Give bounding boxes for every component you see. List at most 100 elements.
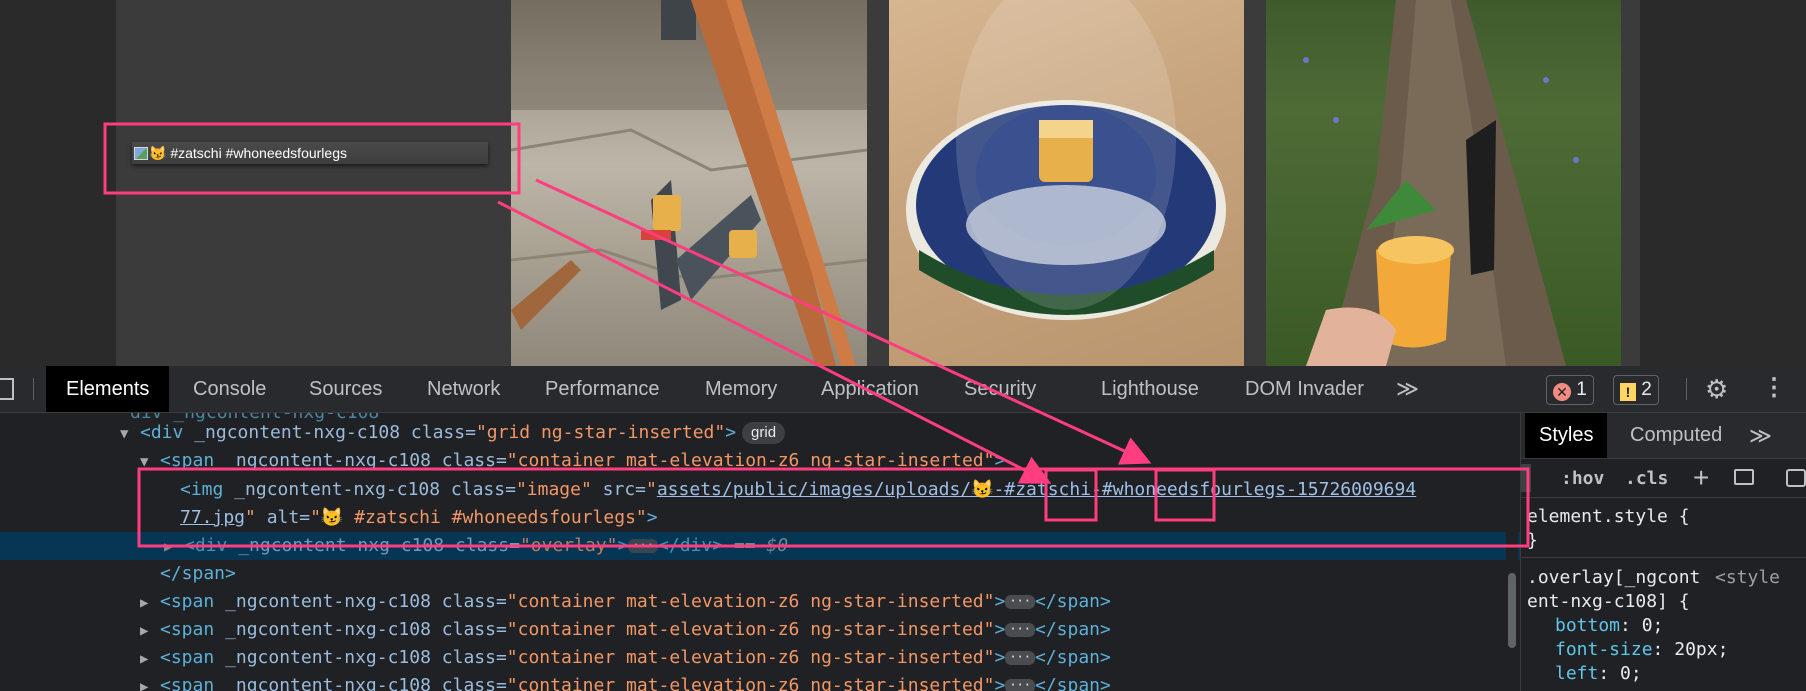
- dom-node-span-close[interactable]: </span>: [160, 560, 236, 588]
- tag-end: </div>: [658, 535, 724, 556]
- expand-arrow-icon[interactable]: ▶: [140, 673, 160, 691]
- tab-sources[interactable]: Sources: [309, 366, 382, 412]
- ellipsis-badge[interactable]: ···: [1005, 595, 1035, 609]
- elements-scrollbar[interactable]: [1506, 413, 1518, 691]
- tag-end: </span>: [1035, 591, 1111, 612]
- error-count: 1: [1576, 379, 1587, 400]
- warning-count-badge[interactable]: ! 2: [1613, 375, 1659, 405]
- dom-node-span-collapsed[interactable]: ▶ <span _ngcontent-nxg-c108 class="contai…: [140, 672, 1111, 691]
- grid-badge[interactable]: grid: [742, 422, 786, 444]
- styles-toolbar: :hov .cls +: [1521, 460, 1806, 498]
- expand-arrow-icon[interactable]: ▶: [140, 617, 160, 645]
- dom-node-img-continued[interactable]: 77.jpg" alt="😼 #zatschi #whoneedsfourleg…: [180, 504, 658, 532]
- dom-node-img[interactable]: <img _ngcontent-nxg-c108 class="image" s…: [180, 476, 1416, 504]
- photo-stone-wall-sticker[interactable]: [511, 0, 867, 366]
- attr-name: _ngcontent-nxg-c108 class=: [225, 619, 507, 640]
- styles-toolbar-filter-edge: [1521, 464, 1531, 492]
- prop-name: font-size: [1555, 639, 1653, 660]
- tab-application[interactable]: Application: [821, 366, 919, 412]
- expand-arrow-icon[interactable]: ▶: [140, 645, 160, 673]
- tag-open: <div: [140, 422, 195, 443]
- photo-drink-on-path[interactable]: [1266, 0, 1621, 366]
- tab-divider: [33, 378, 34, 400]
- ellipsis-badge[interactable]: ···: [1005, 623, 1035, 637]
- cls-toggle[interactable]: .cls: [1625, 460, 1668, 498]
- ellipsis-badge[interactable]: ···: [1005, 651, 1035, 665]
- collapse-arrow-icon[interactable]: ▼: [120, 420, 140, 448]
- src-link[interactable]: assets/public/images/uploads/😼-#zatschi-…: [657, 479, 1416, 500]
- hov-toggle[interactable]: :hov: [1561, 460, 1604, 498]
- more-tabs-icon[interactable]: ≫: [1396, 366, 1419, 412]
- expand-arrow-icon[interactable]: ▶: [140, 589, 160, 617]
- settings-gear-icon[interactable]: ⚙: [1705, 375, 1728, 403]
- styles-tab-bar: Styles Computed ≫: [1521, 413, 1806, 459]
- overlay-rule-selector[interactable]: .overlay[_ngcont: [1527, 566, 1700, 590]
- tag-close: >: [725, 422, 737, 443]
- tag-close: >: [617, 535, 629, 556]
- tab-computed[interactable]: Computed: [1630, 413, 1722, 458]
- scrollbar-thumb[interactable]: [1508, 573, 1516, 648]
- tab-network[interactable]: Network: [427, 366, 500, 412]
- expand-arrow-icon[interactable]: ▶: [164, 533, 184, 561]
- elements-dom-tree[interactable]: div _ngcontent-nxg-c108 ▼<div _ngcontent…: [0, 413, 1520, 691]
- tag-open: <span: [160, 647, 226, 668]
- tag-close: >: [994, 450, 1006, 471]
- tag-close: >: [646, 507, 658, 528]
- css-property-left[interactable]: left: 0;: [1555, 662, 1642, 686]
- dom-node-span-container[interactable]: ▼ <span _ngcontent-nxg-c108 class="contai…: [140, 447, 1005, 475]
- dom-node-grid-div[interactable]: ▼ <div _ngcontent-nxg-c108 class="grid ng…: [120, 419, 786, 448]
- ellipsis-badge[interactable]: ···: [1005, 679, 1035, 691]
- prop-value: 0;: [1641, 615, 1664, 636]
- overlay-rule-source[interactable]: <style: [1715, 566, 1780, 590]
- photo-glass-on-coaster[interactable]: [889, 0, 1244, 366]
- element-style-rule[interactable]: element.style {: [1527, 505, 1690, 529]
- tag-open: <span: [160, 591, 226, 612]
- new-rule-plus-icon[interactable]: +: [1693, 460, 1709, 496]
- tag-end: </span>: [160, 563, 236, 584]
- overlay-rule-selector-cont[interactable]: ent-nxg-c108] {: [1527, 590, 1690, 614]
- rule-selector-part1: .overlay[_ngcont: [1527, 567, 1701, 588]
- tab-security[interactable]: Security: [964, 366, 1036, 412]
- css-property-font-size[interactable]: font-size: 20px;: [1555, 638, 1728, 662]
- page-left-margin: [0, 0, 116, 366]
- tag-open: <div: [184, 535, 239, 556]
- attr-value: "container mat-elevation-z6 ng-star-inse…: [506, 647, 995, 668]
- rule-source-link[interactable]: <style: [1715, 567, 1780, 588]
- prop-value: 20px;: [1674, 639, 1729, 660]
- attr-value: "grid ng-star-inserted": [475, 422, 726, 443]
- attr-name: _ngcontent-nxg-c108 class=: [225, 591, 507, 612]
- broken-image-icon: [134, 147, 148, 160]
- attr-name: _ngcontent-nxg-c108 class=: [225, 647, 507, 668]
- tag-close: >: [994, 619, 1006, 640]
- ellipsis-badge[interactable]: ···: [628, 539, 659, 553]
- attr-quote: ": [245, 507, 256, 528]
- dom-node-span-collapsed[interactable]: ▶ <span _ngcontent-nxg-c108 class="contai…: [140, 644, 1111, 672]
- tab-elements[interactable]: Elements: [46, 366, 170, 412]
- collapse-arrow-icon[interactable]: ▼: [140, 448, 160, 476]
- css-property-bottom[interactable]: bottom: 0;: [1555, 614, 1663, 638]
- tab-performance[interactable]: Performance: [545, 366, 660, 412]
- tag-end: </span>: [1035, 675, 1111, 691]
- tab-memory[interactable]: Memory: [705, 366, 777, 412]
- attr-name: _ngcontent-nxg-c108 class=: [225, 450, 507, 471]
- tab-styles[interactable]: Styles: [1525, 413, 1608, 458]
- attr-alt-value: "😼 #zatschi #whoneedsfourlegs": [310, 507, 647, 528]
- styles-more-icon[interactable]: ≫: [1749, 413, 1772, 458]
- dom-node-overlay-div[interactable]: ▶ <div _ngcontent-nxg-c108 class="overlay…: [164, 532, 788, 560]
- more-options-icon[interactable]: ⋮: [1762, 373, 1786, 403]
- attr-name: _ngcontent-nxg-c108 class=: [194, 422, 476, 443]
- error-count-badge[interactable]: ✕ 1: [1546, 375, 1594, 405]
- rule-selector-part2: ent-nxg-c108] {: [1527, 591, 1690, 612]
- tab-console[interactable]: Console: [193, 366, 266, 412]
- dom-node-span-collapsed[interactable]: ▶ <span _ngcontent-nxg-c108 class="contai…: [140, 616, 1111, 644]
- paint-brush-icon[interactable]: [1734, 469, 1754, 485]
- tab-lighthouse[interactable]: Lighthouse: [1101, 366, 1199, 412]
- dom-node-span-collapsed[interactable]: ▶ <span _ngcontent-nxg-c108 class="contai…: [140, 588, 1111, 616]
- device-toolbar-icon[interactable]: [0, 378, 14, 400]
- src-link-continued[interactable]: 77.jpg: [180, 507, 245, 528]
- attr-value: "image": [515, 479, 592, 500]
- toggle-sidebar-icon[interactable]: [1786, 469, 1806, 487]
- tab-dom-invader[interactable]: DOM Invader: [1245, 366, 1364, 412]
- broken-image-card[interactable]: 😼 #zatschi #whoneedsfourlegs: [132, 142, 488, 164]
- error-icon: ✕: [1553, 383, 1571, 401]
